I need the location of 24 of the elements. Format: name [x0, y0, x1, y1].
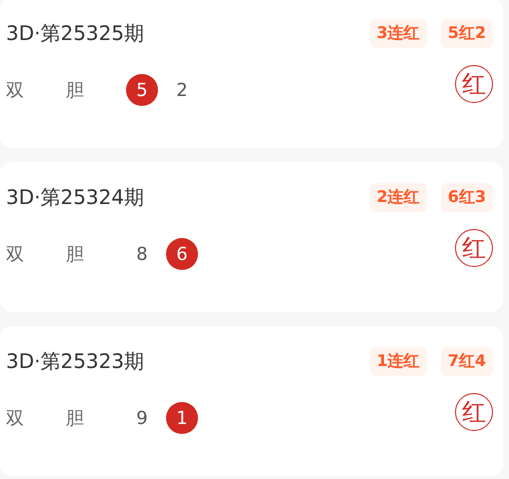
pick-label: 双	[6, 79, 25, 102]
streak-tag: 7红4	[440, 346, 493, 376]
result-stamp: 红	[455, 393, 493, 431]
number-ball: 5	[126, 74, 158, 106]
result-stamp: 红	[455, 229, 493, 267]
draw-title: 3D·第25323期	[6, 348, 144, 374]
pick-label: 胆	[66, 79, 85, 102]
streak-tag: 3连红	[370, 18, 427, 48]
pick-label: 双	[6, 407, 25, 430]
draw-title: 3D·第25324期	[6, 184, 144, 210]
number: 9	[135, 406, 149, 430]
number: 2	[175, 78, 189, 102]
streak-tag: 6红3	[440, 182, 493, 212]
pick-label: 胆	[66, 407, 85, 430]
pick-label: 双	[6, 243, 25, 266]
pick-label: 胆	[66, 243, 85, 266]
number: 8	[135, 242, 149, 266]
number-ball: 1	[166, 402, 198, 434]
draw-title: 3D·第25325期	[6, 20, 144, 46]
streak-tag: 5红2	[440, 18, 493, 48]
streak-tag: 2连红	[370, 182, 427, 212]
streak-tag: 1连红	[370, 346, 427, 376]
result-stamp: 红	[455, 65, 493, 103]
number-ball: 6	[166, 238, 198, 270]
